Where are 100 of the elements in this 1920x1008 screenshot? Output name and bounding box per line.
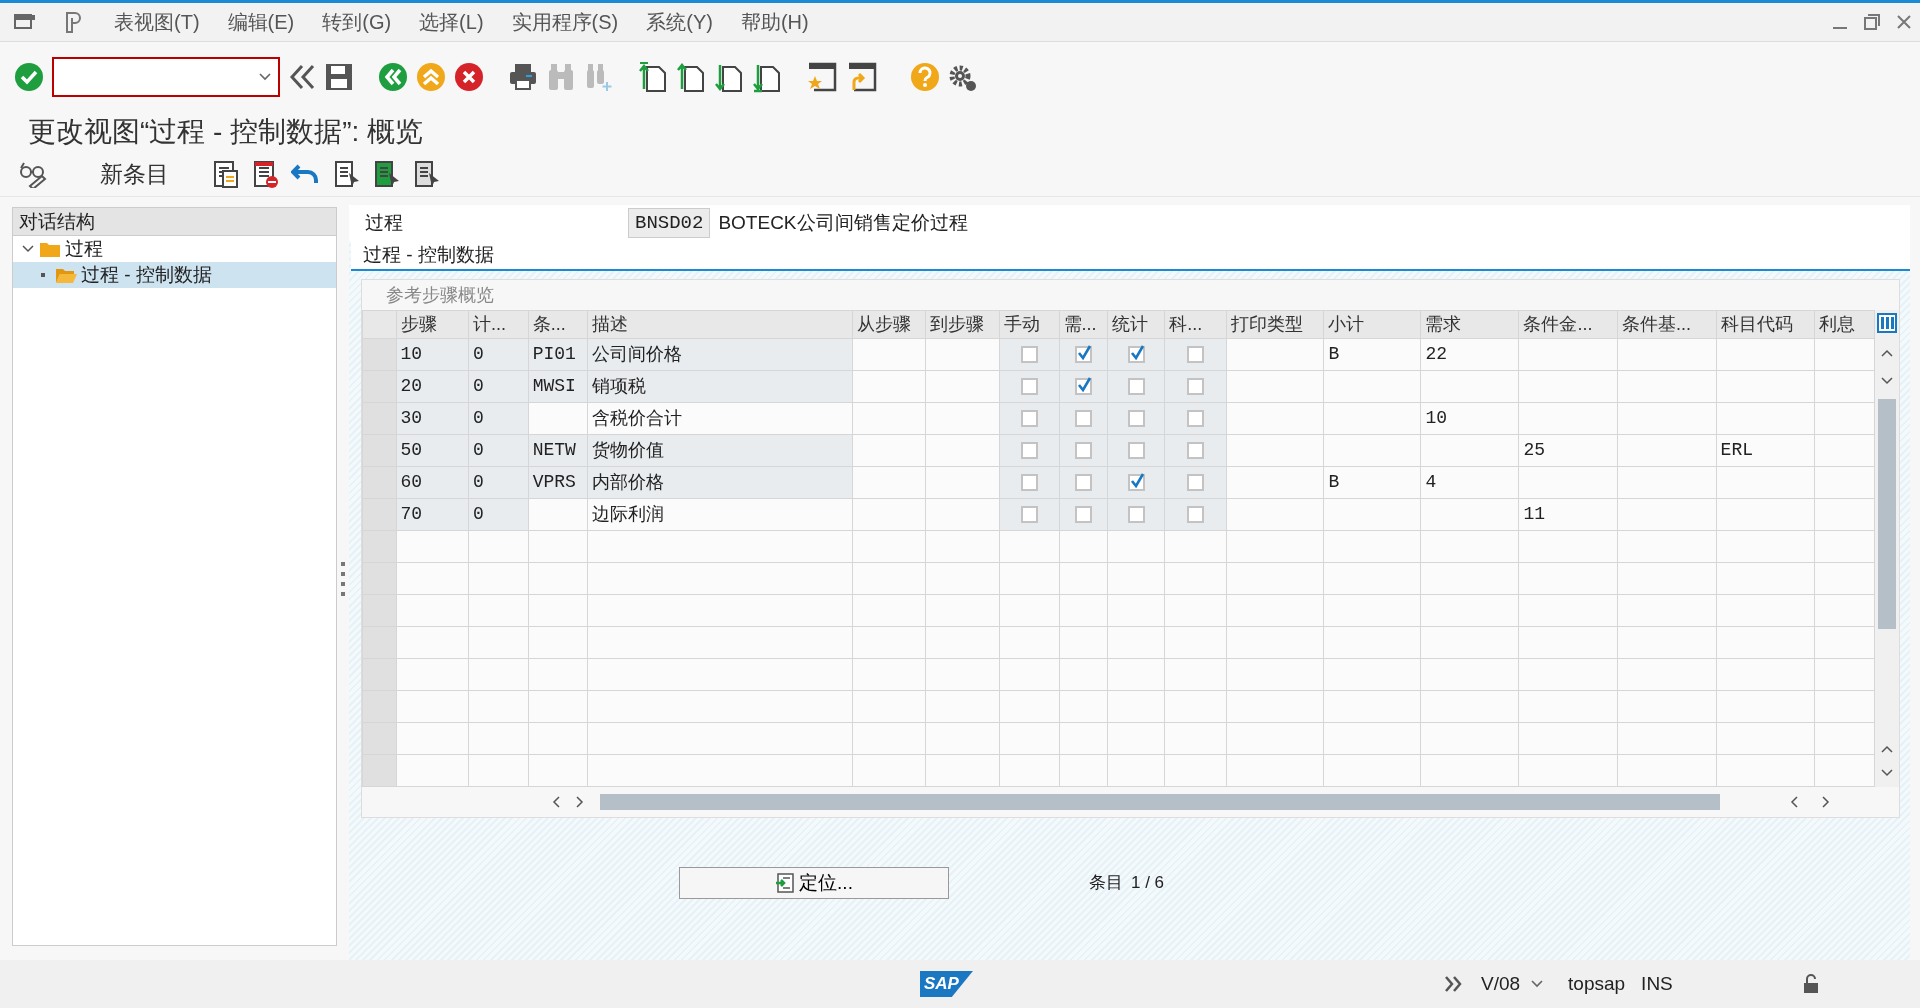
column-header[interactable]: 步骤 xyxy=(396,310,469,339)
splitter-handle-icon[interactable] xyxy=(341,561,345,596)
exit-icon[interactable] xyxy=(416,62,446,92)
column-header[interactable]: 从步骤 xyxy=(852,310,926,339)
window-arrow-icon[interactable] xyxy=(846,62,878,92)
tree-item[interactable]: 过程 xyxy=(13,236,336,262)
glasses-pencil-icon[interactable] xyxy=(18,160,48,188)
menu-item[interactable]: 实用程序(S) xyxy=(511,7,619,37)
menu-item[interactable]: 转到(G) xyxy=(322,7,392,37)
previous-page-icon[interactable] xyxy=(676,61,706,93)
column-header[interactable]: 条件基... xyxy=(1617,310,1717,339)
delete-row-icon[interactable] xyxy=(251,159,279,189)
column-header[interactable]: 统计 xyxy=(1107,310,1165,339)
input-mode-label: INS xyxy=(1641,971,1673,996)
column-header[interactable]: 需... xyxy=(1059,310,1108,339)
column-header[interactable]: 到步骤 xyxy=(925,310,1000,339)
back-icon[interactable] xyxy=(378,62,408,92)
lock-icon[interactable] xyxy=(1802,974,1819,994)
new-entries-button[interactable]: 新条目 xyxy=(100,156,169,192)
column-header[interactable]: 计... xyxy=(468,310,529,339)
save-icon[interactable] xyxy=(324,62,354,92)
column-header[interactable]: 小计 xyxy=(1323,310,1421,339)
checkbox[interactable] xyxy=(1187,377,1204,395)
column-header[interactable]: 利息 xyxy=(1814,310,1875,339)
copy-icon[interactable] xyxy=(211,159,239,189)
column-header[interactable]: 手动 xyxy=(999,310,1060,339)
table-cell: 含税价合计 xyxy=(592,407,683,428)
select-all-icon[interactable] xyxy=(333,159,361,189)
column-header[interactable]: 描述 xyxy=(588,310,853,339)
checkbox[interactable] xyxy=(1187,345,1204,363)
double-chevron-icon[interactable] xyxy=(288,62,316,92)
checkbox[interactable] xyxy=(1020,441,1038,459)
checkbox[interactable] xyxy=(1127,377,1145,395)
checkbox[interactable] xyxy=(1075,441,1092,459)
checkbox[interactable] xyxy=(1075,377,1092,395)
tree-header: 对话结构 xyxy=(13,208,336,236)
checkbox[interactable] xyxy=(1187,505,1204,523)
checkbox[interactable] xyxy=(1075,505,1092,523)
checkbox[interactable] xyxy=(1187,441,1204,459)
check-icon[interactable] xyxy=(14,62,44,92)
checkbox[interactable] xyxy=(1127,409,1145,427)
field-label: 过程 xyxy=(365,210,403,235)
window-star-icon[interactable] xyxy=(806,62,838,92)
checkbox[interactable] xyxy=(1187,473,1204,491)
checkbox[interactable] xyxy=(1020,473,1038,491)
table-cell: NETW xyxy=(532,440,576,460)
scrollbar-thumb[interactable] xyxy=(1878,399,1897,629)
scrollbar-thumb[interactable] xyxy=(600,794,1720,810)
checkbox[interactable] xyxy=(1075,473,1092,491)
checkbox[interactable] xyxy=(1187,409,1204,427)
command-field[interactable] xyxy=(52,57,280,97)
table-cell: 0 xyxy=(473,472,484,492)
open-folder-icon xyxy=(55,266,77,284)
cancel-icon[interactable] xyxy=(454,62,484,92)
table-cell: 10 xyxy=(400,344,423,364)
field-value: BNSD02 xyxy=(628,208,711,238)
dropdown-caret-icon[interactable] xyxy=(1530,979,1545,989)
column-header[interactable]: 条件金... xyxy=(1518,310,1618,339)
print-icon[interactable] xyxy=(508,62,538,92)
server-label: topsap xyxy=(1568,971,1626,996)
menu-item[interactable]: 表视图(T) xyxy=(114,7,200,37)
first-page-icon[interactable] xyxy=(638,61,668,93)
menu-icon[interactable] xyxy=(14,13,36,31)
table-cell: 边际利润 xyxy=(592,503,665,524)
checkbox[interactable] xyxy=(1075,345,1092,363)
menu-item[interactable]: 帮助(H) xyxy=(740,7,809,37)
table-cell: 0 xyxy=(473,408,484,428)
checkbox[interactable] xyxy=(1127,441,1145,459)
deselect-all-icon[interactable] xyxy=(413,159,441,189)
position-icon xyxy=(775,873,796,893)
select-block-icon[interactable] xyxy=(373,159,401,189)
restore-icon[interactable] xyxy=(1864,14,1880,30)
table-cell: PI01 xyxy=(532,344,576,364)
menu-item[interactable]: 编辑(E) xyxy=(227,7,295,37)
checkbox[interactable] xyxy=(1020,409,1038,427)
table-cell: 11 xyxy=(1523,504,1546,524)
column-header[interactable]: 条... xyxy=(528,310,588,339)
checkbox[interactable] xyxy=(1075,409,1092,427)
column-header[interactable]: 打印类型 xyxy=(1226,310,1324,339)
table-cell: 22 xyxy=(1425,344,1448,364)
menu-item[interactable]: 系统(Y) xyxy=(646,7,713,37)
checkbox[interactable] xyxy=(1127,345,1145,363)
checkbox[interactable] xyxy=(1127,505,1145,523)
position-button[interactable]: 定位... xyxy=(679,867,949,899)
table-cell: 10 xyxy=(1425,408,1448,428)
table-cell: ERL xyxy=(1720,440,1753,460)
close-icon[interactable] xyxy=(1896,14,1912,30)
table-cell: 货物价值 xyxy=(592,439,665,460)
menu-item[interactable]: 选择(L) xyxy=(419,7,484,37)
column-header[interactable]: 科目代码 xyxy=(1716,310,1815,339)
checkbox[interactable] xyxy=(1020,345,1038,363)
checkbox[interactable] xyxy=(1020,505,1038,523)
table-settings-icon[interactable] xyxy=(1877,313,1898,333)
help-icon[interactable] xyxy=(910,62,940,92)
checkbox[interactable] xyxy=(1020,377,1038,395)
column-header[interactable]: 科... xyxy=(1164,310,1227,339)
column-header[interactable]: 需求 xyxy=(1420,310,1519,339)
checkbox[interactable] xyxy=(1127,473,1145,491)
tree-item[interactable]: 过程 - 控制数据 xyxy=(13,262,336,288)
entry-count: 1 / 6 xyxy=(1131,872,1165,895)
